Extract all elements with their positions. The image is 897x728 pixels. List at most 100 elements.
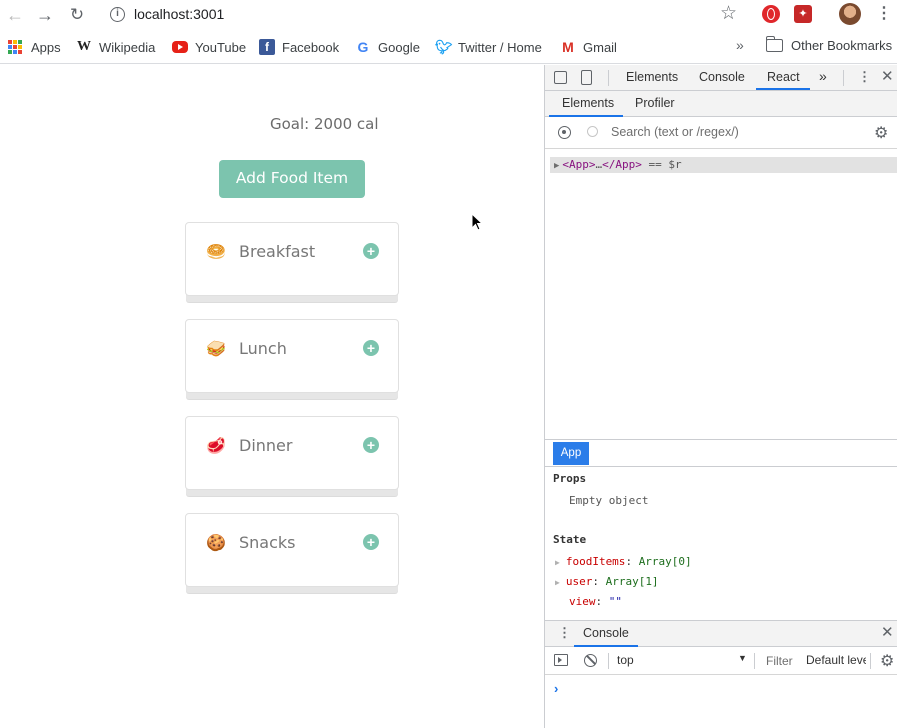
state-heading: State (553, 533, 587, 546)
expand-triangle-icon[interactable]: ▶ (554, 161, 559, 171)
bookmark-youtube[interactable]: YouTube (172, 38, 246, 56)
bookmark-gmail[interactable]: M Gmail (560, 38, 617, 56)
youtube-icon (172, 41, 188, 53)
chevron-down-icon[interactable]: ▼ (738, 653, 747, 663)
expand-triangle-icon[interactable]: ▶ (555, 578, 560, 587)
opera-extension-icon[interactable] (762, 5, 780, 23)
search-icon (587, 126, 598, 137)
meal-title: Dinner (239, 436, 293, 455)
site-info-icon[interactable]: i (110, 7, 125, 22)
devtools-menu-icon[interactable]: ⋮ (858, 69, 871, 85)
tab-react[interactable]: React (767, 70, 800, 84)
meal-title: Snacks (239, 533, 296, 552)
expand-triangle-icon[interactable]: ▶ (555, 558, 560, 567)
add-circle-icon[interactable]: + (363, 340, 379, 356)
clear-console-icon[interactable] (584, 654, 597, 667)
divider (754, 653, 755, 669)
devtools-panel: Elements Console React » ⋮ ✕ Elements Pr… (544, 65, 897, 728)
cookie-icon: 🍪 (206, 535, 226, 552)
facebook-icon: f (259, 39, 275, 55)
state-key: foodItems (565, 555, 626, 568)
profile-avatar[interactable] (839, 3, 861, 25)
add-circle-icon[interactable]: + (363, 534, 379, 550)
selected-component-badge: App (553, 442, 589, 465)
state-key: user (565, 575, 593, 588)
console-drawer: ⋮ Console ✕ top ▼ Filter Default levels … (545, 620, 897, 728)
meal-card-breakfast: 🥯 Breakfast + (185, 222, 399, 296)
component-tree-row-app[interactable]: ▶ <App>…</App> == $r (550, 157, 897, 173)
bookmark-label: Google (378, 39, 420, 55)
forward-arrow-icon[interactable]: → (34, 4, 56, 26)
tab-console[interactable]: Console (699, 70, 745, 84)
bookmark-label: Twitter / Home (458, 39, 542, 55)
state-value: Array[0] (638, 555, 692, 568)
state-value: "" (608, 595, 622, 608)
app-page: Goal: 2000 cal Add Food Item 🥯 Breakfast… (0, 65, 544, 728)
bookmark-label: Apps (31, 39, 61, 55)
add-circle-icon[interactable]: + (363, 437, 379, 453)
bookmarks-bar: Apps W Wikipedia YouTube f Facebook G Go… (0, 30, 897, 64)
bookmark-facebook[interactable]: f Facebook (259, 38, 339, 56)
divider (870, 653, 871, 669)
browser-toolbar: ← → ↻ i localhost:3001 ☆ ✦ ⋮ (0, 0, 897, 30)
extension-icon[interactable]: ✦ (794, 5, 812, 23)
context-select[interactable]: top (617, 653, 634, 667)
bookmark-label: Facebook (282, 39, 340, 55)
add-circle-icon[interactable]: + (363, 243, 379, 259)
search-input[interactable] (611, 125, 861, 139)
settings-gear-icon[interactable]: ⚙ (874, 123, 888, 143)
wikipedia-icon: W (77, 39, 91, 54)
log-levels-select[interactable]: Default levels (806, 653, 866, 667)
google-icon: G (357, 39, 369, 55)
tree-open-tag: <App> (562, 158, 596, 171)
console-filter-input[interactable]: Filter (766, 654, 793, 668)
close-devtools-icon[interactable]: ✕ (881, 67, 894, 85)
close-drawer-icon[interactable]: ✕ (881, 623, 894, 641)
props-state-pane: App Props Empty object State ▶ foodItems:… (545, 439, 897, 620)
divider (608, 653, 609, 669)
tab-console-drawer[interactable]: Console (583, 626, 629, 640)
sandwich-icon: 🥪 (206, 341, 226, 358)
meal-title: Lunch (239, 339, 287, 358)
bookmark-apps[interactable]: Apps (8, 38, 61, 56)
state-key: view (569, 595, 596, 608)
add-food-item-button[interactable]: Add Food Item (219, 160, 365, 198)
subtab-profiler[interactable]: Profiler (635, 96, 675, 110)
show-sidebar-icon[interactable] (554, 654, 568, 666)
drawer-menu-icon[interactable]: ⋮ (558, 625, 571, 641)
console-settings-icon[interactable]: ⚙ (880, 651, 894, 671)
bookmarks-overflow-icon[interactable]: » (736, 37, 744, 53)
bookmark-label: YouTube (195, 39, 247, 55)
reload-icon[interactable]: ↻ (66, 4, 88, 26)
props-heading: Props (553, 472, 587, 485)
tree-close-tag: </App> (602, 158, 642, 171)
bookmark-label: Wikipedia (99, 39, 156, 55)
browser-menu-icon[interactable]: ⋮ (876, 4, 892, 24)
select-component-icon[interactable] (558, 126, 571, 139)
bookmark-google[interactable]: G Google (355, 38, 420, 56)
steak-icon: 🥩 (206, 438, 226, 455)
meal-card-dinner: 🥩 Dinner + (185, 416, 399, 490)
bagel-icon: 🥯 (206, 244, 226, 261)
console-toolbar: top ▼ Filter Default levels ⚙ (545, 647, 897, 675)
inspect-element-icon[interactable] (554, 71, 567, 84)
bookmark-wikipedia[interactable]: W Wikipedia (76, 38, 155, 56)
state-row[interactable]: ▶ user: Array[1] (555, 575, 659, 588)
devtools-tab-bar: Elements Console React » ⋮ ✕ (545, 65, 897, 91)
subtab-elements[interactable]: Elements (562, 96, 614, 110)
address-bar[interactable]: localhost:3001 (134, 6, 224, 22)
device-toolbar-icon[interactable] (581, 70, 592, 85)
more-tabs-icon[interactable]: » (819, 68, 827, 84)
back-arrow-icon[interactable]: ← (4, 4, 26, 26)
divider (545, 466, 897, 467)
console-prompt[interactable]: › (554, 681, 558, 696)
bookmark-star-icon[interactable]: ☆ (720, 2, 737, 25)
component-search-bar: ⚙ (545, 117, 897, 149)
meal-card-snacks: 🍪 Snacks + (185, 513, 399, 587)
bookmark-twitter[interactable]: 🐦︎ Twitter / Home (435, 38, 542, 56)
other-bookmarks[interactable]: Other Bookmarks (765, 36, 892, 53)
state-row[interactable]: ▶ foodItems: Array[0] (555, 555, 692, 568)
tab-elements[interactable]: Elements (626, 70, 678, 84)
state-row[interactable]: view: "" (569, 595, 622, 608)
tree-ref-suffix: == $r (648, 158, 682, 171)
